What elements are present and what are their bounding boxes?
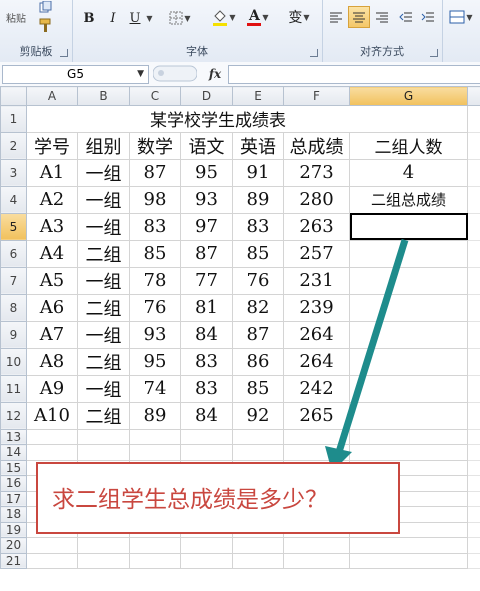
callout-text: 求二组学生总成绩是多少？: [52, 487, 328, 513]
callout-arrow-shaft: [335, 238, 409, 454]
callout-box: 求二组学生总成绩是多少？: [36, 462, 400, 534]
